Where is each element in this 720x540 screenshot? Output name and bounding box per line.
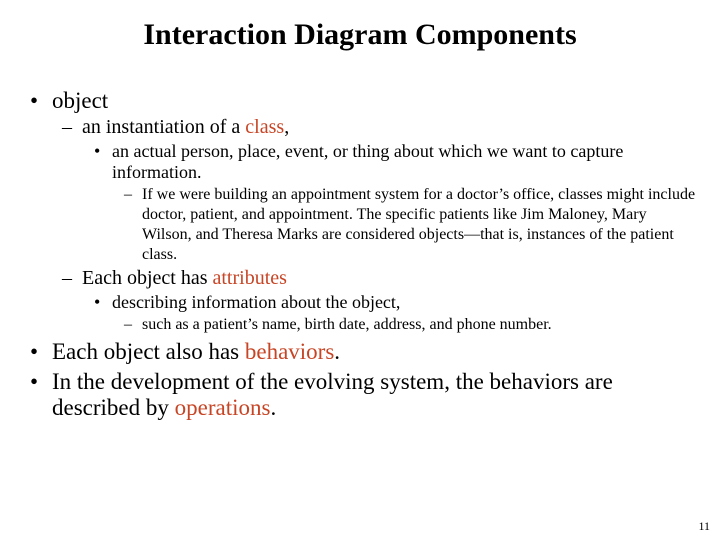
text-object: object [52, 88, 108, 113]
text-behaviors-accent: behaviors [245, 339, 334, 364]
sub-such-as: such as a patient’s name, birth date, ad… [112, 315, 696, 335]
slide: Interaction Diagram Components object an… [0, 0, 720, 421]
sub-instantiation: an instantiation of a class, an actual p… [52, 116, 696, 265]
text-instantiation-pre: an instantiation of a [82, 116, 245, 138]
text-operations-post: . [270, 395, 276, 420]
bullet-object: object an instantiation of a class, an a… [24, 88, 696, 335]
slide-title: Interaction Diagram Components [24, 18, 696, 52]
text-instantiation-accent: class [245, 116, 284, 138]
text-behaviors-post: . [334, 339, 340, 364]
text-each-obj-accent: attributes [213, 267, 287, 289]
bullet-list: object an instantiation of a class, an a… [24, 88, 696, 421]
text-describing: describing information about the object, [112, 292, 400, 312]
sub-actual: an actual person, place, event, or thing… [82, 141, 696, 265]
text-each-obj-pre: Each object has [82, 267, 213, 289]
sub-example: If we were building an appointment syste… [112, 185, 696, 265]
text-instantiation-post: , [284, 116, 289, 138]
text-such-as: such as a patient’s name, birth date, ad… [142, 316, 552, 333]
sub-describing: describing information about the object,… [82, 292, 696, 335]
text-behaviors-pre: Each object also has [52, 339, 245, 364]
page-number: 11 [698, 519, 710, 534]
text-example: If we were building an appointment syste… [142, 186, 695, 263]
bullet-behaviors: Each object also has behaviors. [24, 339, 696, 365]
text-operations-pre: In the development of the evolving syste… [52, 369, 613, 420]
text-operations-accent: operations [175, 395, 271, 420]
sub-each-object: Each object has attributes describing in… [52, 267, 696, 335]
text-actual: an actual person, place, event, or thing… [112, 141, 623, 182]
bullet-operations: In the development of the evolving syste… [24, 369, 696, 421]
